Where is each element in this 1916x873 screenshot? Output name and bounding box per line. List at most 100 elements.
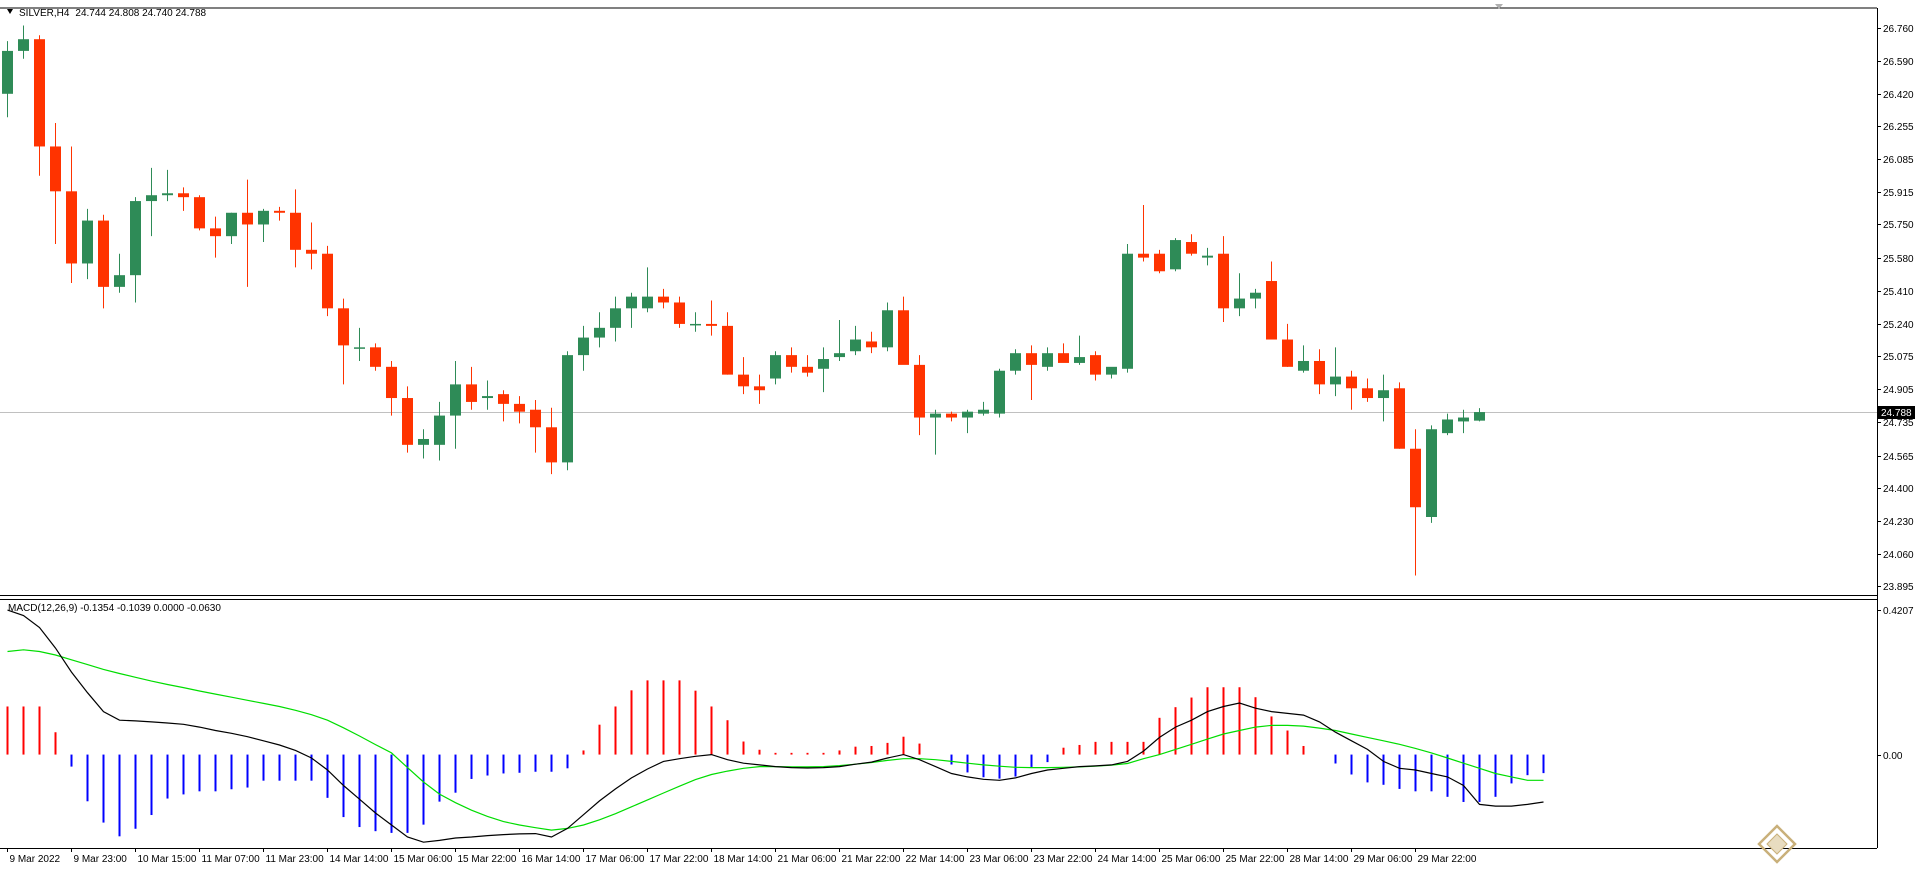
candle	[642, 267, 653, 313]
time-tick-label: 29 Mar 06:00	[1354, 854, 1413, 865]
price-tick-label: 25.580	[1883, 254, 1914, 265]
candle	[1426, 425, 1437, 523]
candle-body	[1458, 417, 1469, 422]
candle-body	[18, 39, 29, 51]
candle	[114, 253, 125, 293]
candle	[402, 386, 413, 453]
price-tick-label: 24.905	[1883, 385, 1914, 396]
time-tick-label: 29 Mar 22:00	[1418, 854, 1477, 865]
candle-body	[1378, 390, 1389, 399]
current-price-text: 24.788	[1881, 408, 1912, 419]
candle	[1234, 273, 1245, 317]
macd-title: MACD(12,26,9) -0.1354 -0.1039 0.0000 -0.…	[8, 603, 221, 614]
candle-body	[354, 347, 365, 349]
price-tick-label: 25.075	[1883, 352, 1914, 363]
candle	[786, 347, 797, 373]
macd-line	[7, 609, 1544, 843]
candle	[434, 401, 445, 461]
candle	[1298, 345, 1309, 373]
candle-body	[434, 415, 445, 445]
time-tick-label: 9 Mar 23:00	[74, 854, 128, 865]
candle	[658, 288, 669, 309]
candle-body	[866, 341, 877, 348]
candle	[818, 347, 829, 393]
time-tick-label: 25 Mar 22:00	[1226, 854, 1285, 865]
candle-body	[1410, 448, 1421, 508]
candle	[626, 292, 637, 328]
candle	[210, 216, 221, 258]
time-tick-label: 23 Mar 22:00	[1034, 854, 1093, 865]
candle	[98, 214, 109, 309]
candle	[258, 208, 269, 243]
candle-body	[594, 327, 605, 338]
candle-body	[1362, 388, 1373, 399]
candle-body	[1394, 388, 1405, 449]
candle	[594, 312, 605, 348]
candle	[290, 189, 301, 268]
candle	[146, 167, 157, 237]
time-tick-label: 17 Mar 22:00	[650, 854, 709, 865]
current-price-label: 24.788	[1878, 406, 1915, 419]
candle-body	[530, 409, 541, 428]
candle-body	[130, 201, 141, 276]
candle	[514, 396, 525, 424]
time-tick-label: 25 Mar 06:00	[1162, 854, 1221, 865]
candle-body	[1234, 298, 1245, 309]
candle	[338, 298, 349, 385]
candle	[418, 429, 429, 459]
candle-body	[1298, 360, 1309, 371]
symbol-dropdown-icon[interactable]	[7, 9, 13, 14]
price-tick-label: 24.230	[1883, 517, 1914, 528]
candle-body	[1266, 281, 1277, 340]
candle-body	[706, 323, 717, 326]
macd-lines	[7, 609, 1544, 843]
time-tick-label: 23 Mar 06:00	[970, 854, 1029, 865]
candle	[1010, 349, 1021, 375]
candle-body	[226, 212, 237, 237]
trading-chart: SILVER,H4 24.744 24.808 24.740 24.788 26.…	[0, 4, 1915, 865]
candle-body	[274, 210, 285, 213]
candle	[1202, 247, 1213, 266]
candlesticks	[2, 25, 1485, 576]
candle-body	[466, 384, 477, 402]
candle	[1074, 335, 1085, 365]
candle	[1026, 345, 1037, 400]
candle	[1170, 238, 1181, 272]
price-tick-label: 26.420	[1883, 90, 1914, 101]
price-tick-label: 24.565	[1883, 452, 1914, 463]
candle-body	[578, 337, 589, 356]
time-tick-label: 9 Mar 2022	[10, 854, 61, 865]
price-axis: 26.760 26.590 26.420 26.255 26.085 25.915 25.7…	[1877, 24, 1914, 593]
candle-body	[930, 413, 941, 418]
candle-body	[1138, 253, 1149, 258]
candle	[1266, 261, 1277, 340]
candle-body	[258, 210, 269, 225]
candle	[130, 197, 141, 303]
candle-body	[914, 364, 925, 418]
candle	[562, 351, 573, 471]
candle-body	[690, 323, 701, 326]
candle	[898, 296, 909, 365]
candle-body	[1042, 353, 1053, 367]
candle-body	[322, 253, 333, 309]
candle-body	[210, 228, 221, 237]
candle	[674, 296, 685, 328]
candle	[946, 411, 957, 422]
candle	[370, 343, 381, 371]
price-tick-label: 26.760	[1883, 24, 1914, 35]
candle-body	[786, 355, 797, 367]
candle-body	[722, 325, 733, 375]
candle	[738, 357, 749, 395]
candle-body	[242, 212, 253, 225]
candle	[1058, 343, 1069, 363]
candle-body	[1474, 412, 1485, 421]
candle	[1330, 347, 1341, 397]
candle-body	[194, 197, 205, 229]
candle-body	[1154, 253, 1165, 272]
candle-body	[498, 394, 509, 404]
candle-body	[1106, 366, 1117, 375]
symbol-label: SILVER,H4 24.744 24.808 24.740 24.788	[19, 8, 207, 19]
candle-body	[402, 398, 413, 445]
time-axis: 9 Mar 2022 9 Mar 23:00 10 Mar 15:00 11 Mar …	[7, 848, 1477, 865]
candle	[82, 208, 93, 280]
